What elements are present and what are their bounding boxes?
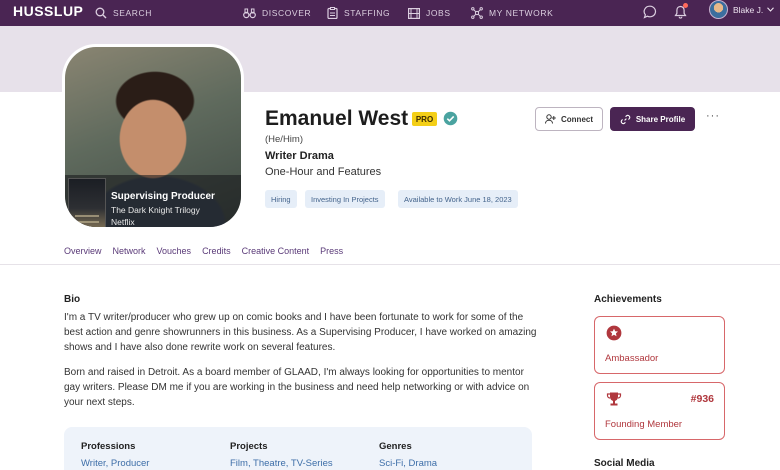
status-chip-available: Available to Work June 18, 2023 [398, 190, 518, 208]
bio-heading: Bio [64, 294, 81, 305]
profile-tabs: Overview Network Vouches Credits Creativ… [64, 246, 354, 262]
clipboard-icon [327, 7, 338, 19]
add-person-icon [545, 114, 556, 124]
user-avatar[interactable] [709, 0, 728, 19]
tab-press[interactable]: Press [320, 246, 343, 262]
link-icon [620, 114, 631, 124]
nav-jobs-label: JOBS [426, 8, 451, 18]
nav-jobs[interactable]: JOBS [408, 0, 451, 26]
tab-creative-content[interactable]: Creative Content [242, 246, 310, 262]
profile-headline: Writer Drama [265, 150, 334, 162]
binoculars-icon [243, 8, 256, 18]
status-chip-investing: Investing In Projects [305, 190, 385, 208]
profile-subline: One-Hour and Features [265, 166, 382, 178]
nav-search[interactable]: SEARCH [95, 0, 152, 26]
user-menu[interactable]: Blake J. [733, 0, 775, 19]
nav-discover-label: DISCOVER [262, 8, 312, 18]
user-name: Blake J. [733, 4, 764, 15]
network-icon [471, 7, 483, 19]
bio-paragraph: Born and raised in Detroit. As a board m… [64, 367, 530, 408]
featured-credit[interactable]: Supervising Producer The Dark Knight Tri… [65, 175, 241, 227]
tab-network[interactable]: Network [113, 246, 146, 262]
chevron-down-icon [767, 7, 775, 12]
credit-poster [68, 178, 106, 227]
profile-photo: Supervising Producer The Dark Knight Tri… [65, 47, 241, 227]
star-badge-icon [606, 325, 622, 341]
social-media-heading: Social Media [594, 458, 655, 469]
bio-paragraph: I'm a TV writer/producer who grew up on … [64, 312, 537, 353]
poster-decoration [75, 221, 99, 223]
chat-bubble-icon [643, 5, 657, 19]
projects-section: Projects Film, Theatre, TV-Series [230, 441, 333, 469]
verified-check-icon [443, 111, 458, 126]
achievement-label: Founding Member [605, 419, 683, 430]
connect-button[interactable]: Connect [535, 107, 603, 131]
film-icon [408, 7, 420, 19]
genres-section: Genres Sci-Fi, Drama [379, 441, 437, 469]
achievement-founding-member[interactable]: #936 Founding Member [594, 382, 725, 440]
achievement-label: Ambassador [605, 353, 659, 364]
connect-label: Connect [561, 114, 593, 124]
top-nav: HUSSLUP SEARCH DISCOVER STAFFING JOBS MY… [0, 0, 780, 26]
notification-dot [683, 3, 688, 8]
projects-value[interactable]: Film, Theatre, TV-Series [230, 458, 333, 469]
genres-label: Genres [379, 441, 412, 452]
profile-photo-card: Supervising Producer The Dark Knight Tri… [62, 44, 244, 230]
genres-value[interactable]: Sci-Fi, Drama [379, 458, 437, 469]
messages-button[interactable] [640, 2, 660, 22]
pro-badge: PRO [412, 112, 437, 126]
professions-section: Professions Writer, Producer [81, 441, 149, 469]
credit-studio: Netflix [111, 217, 135, 227]
nav-search-label: SEARCH [113, 8, 153, 18]
husslup-logo[interactable]: HUSSLUP [13, 3, 83, 19]
share-profile-label: Share Profile [635, 114, 686, 124]
status-chip-hiring: Hiring [265, 190, 297, 208]
tab-overview[interactable]: Overview [64, 246, 102, 262]
share-profile-button[interactable]: Share Profile [610, 107, 695, 131]
search-icon [95, 7, 107, 19]
poster-decoration [75, 215, 99, 217]
projects-label: Projects [230, 441, 268, 452]
credit-role: Supervising Producer [111, 191, 215, 202]
credit-title: The Dark Knight Trilogy [111, 205, 200, 215]
trophy-icon [606, 392, 622, 406]
notifications-button[interactable] [670, 2, 690, 22]
pronouns: (He/Him) [265, 134, 303, 145]
achievement-ambassador[interactable]: Ambassador [594, 316, 725, 374]
more-options-button[interactable]: ··· [704, 110, 722, 126]
tab-credits[interactable]: Credits [202, 246, 231, 262]
nav-staffing-label: STAFFING [344, 8, 391, 18]
tabs-divider [0, 264, 780, 265]
founding-member-number: #936 [690, 393, 714, 405]
profile-name: Emanuel West [265, 107, 409, 130]
tab-vouches[interactable]: Vouches [157, 246, 192, 262]
nav-network-label: MY NETWORK [489, 8, 554, 18]
achievements-heading: Achievements [594, 294, 662, 305]
nav-my-network[interactable]: MY NETWORK [471, 0, 553, 26]
professions-value[interactable]: Writer, Producer [81, 458, 149, 469]
nav-staffing[interactable]: STAFFING [327, 0, 390, 26]
professions-label: Professions [81, 441, 136, 452]
nav-discover[interactable]: DISCOVER [243, 0, 311, 26]
profile-info-card: Professions Writer, Producer Projects Fi… [64, 427, 532, 470]
